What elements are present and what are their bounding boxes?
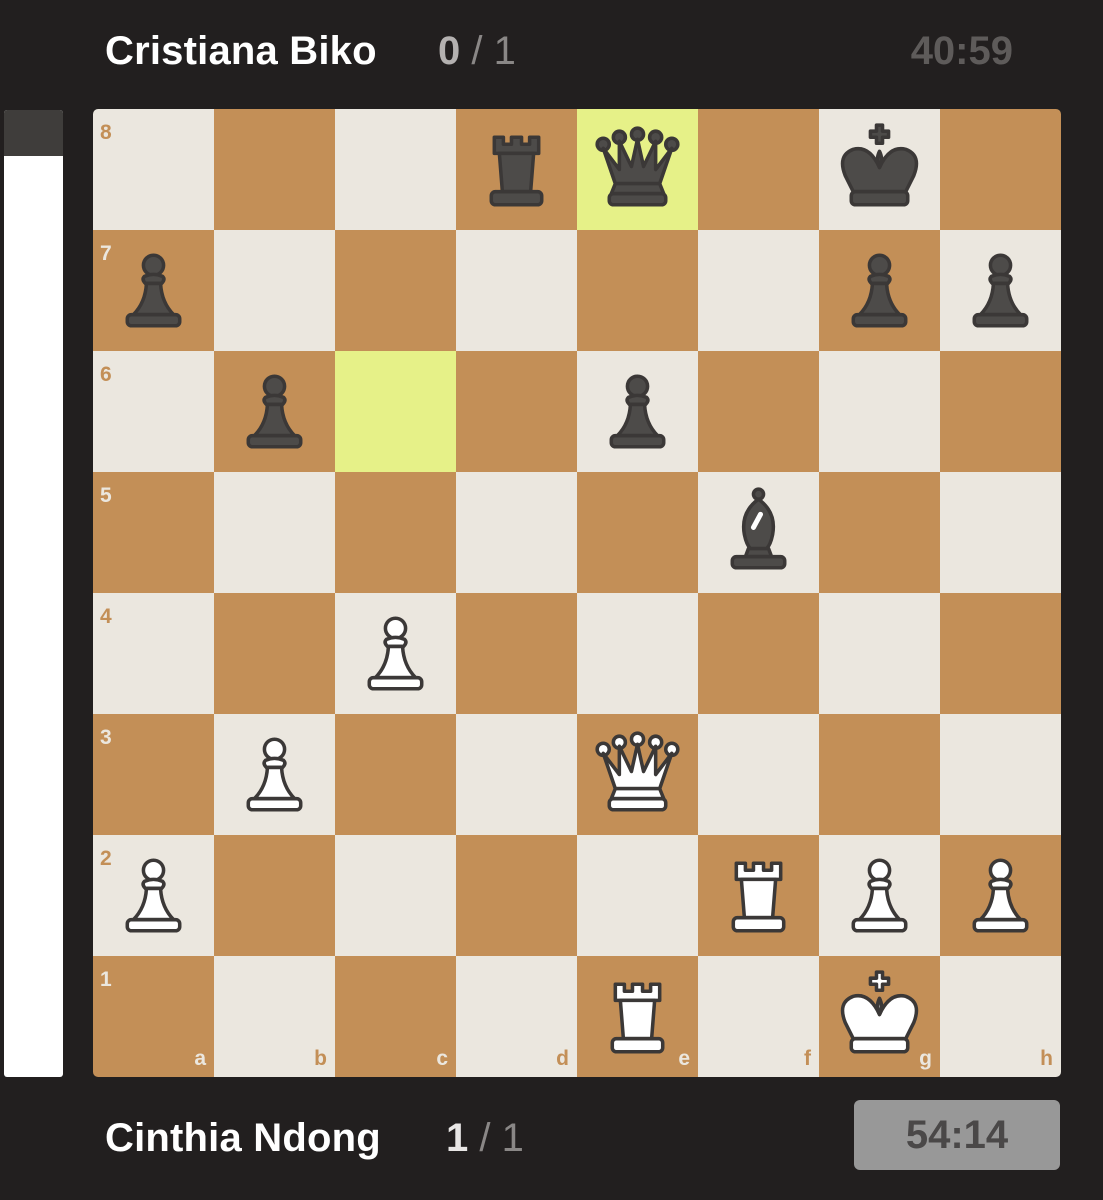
square-a8[interactable]: 8 [93,109,214,230]
square-d4[interactable] [456,593,577,714]
bottom-player-clock: 54:14 [854,1100,1060,1170]
file-label-d: d [556,1047,569,1070]
square-h5[interactable] [940,472,1061,593]
square-c3[interactable] [335,714,456,835]
top-player-clock: 40:59 [910,29,1013,73]
white-queen-icon[interactable] [577,714,698,835]
black-rook-icon[interactable] [456,109,577,230]
square-g4[interactable] [819,593,940,714]
square-d5[interactable] [456,472,577,593]
square-f3[interactable] [698,714,819,835]
bottom-player-score: 1 / 1 [446,1116,524,1161]
white-pawn-icon[interactable] [335,593,456,714]
square-c7[interactable] [335,230,456,351]
square-f6[interactable] [698,351,819,472]
black-bishop-icon[interactable] [698,472,819,593]
rank-label-5: 5 [100,484,112,507]
square-a3[interactable]: 3 [93,714,214,835]
file-label-h: h [1040,1047,1053,1070]
white-rook-icon[interactable] [577,956,698,1077]
white-pawn-icon[interactable] [214,714,335,835]
square-b4[interactable] [214,593,335,714]
chess-board[interactable]: 87654321abcdefgh [93,109,1061,1077]
rank-label-6: 6 [100,363,112,386]
square-b5[interactable] [214,472,335,593]
file-label-a: a [194,1047,206,1070]
evaluation-bar-black-portion [4,110,63,157]
square-h8[interactable] [940,109,1061,230]
square-e4[interactable] [577,593,698,714]
square-f8[interactable] [698,109,819,230]
square-a1[interactable]: 1a [93,956,214,1077]
bottom-player-name: Cinthia Ndong [105,1116,381,1160]
square-b7[interactable] [214,230,335,351]
top-player-score-total: / 1 [471,29,516,73]
square-g3[interactable] [819,714,940,835]
square-f1[interactable]: f [698,956,819,1077]
square-h3[interactable] [940,714,1061,835]
file-label-b: b [314,1047,327,1070]
square-h6[interactable] [940,351,1061,472]
rank-label-3: 3 [100,726,112,749]
white-pawn-icon[interactable] [819,835,940,956]
square-d2[interactable] [456,835,577,956]
square-c5[interactable] [335,472,456,593]
square-f7[interactable] [698,230,819,351]
black-pawn-icon[interactable] [940,230,1061,351]
square-c1[interactable]: c [335,956,456,1077]
square-h1[interactable]: h [940,956,1061,1077]
square-b1[interactable]: b [214,956,335,1077]
rank-label-8: 8 [100,121,112,144]
white-rook-icon[interactable] [698,835,819,956]
file-label-c: c [436,1047,448,1070]
top-player-score-value: 0 [438,29,461,73]
rank-label-4: 4 [100,605,112,628]
white-pawn-icon[interactable] [93,835,214,956]
bottom-player-score-total: / 1 [479,1116,524,1160]
bottom-player-score-value: 1 [446,1116,469,1160]
rank-label-1: 1 [100,968,112,991]
black-king-icon[interactable] [819,109,940,230]
square-e7[interactable] [577,230,698,351]
top-player-name: Cristiana Biko [105,29,377,73]
black-pawn-icon[interactable] [819,230,940,351]
square-a4[interactable]: 4 [93,593,214,714]
black-queen-icon[interactable] [577,109,698,230]
square-d7[interactable] [456,230,577,351]
black-pawn-icon[interactable] [577,351,698,472]
square-f4[interactable] [698,593,819,714]
top-player-bar: Cristiana Biko 0 / 1 40:59 [0,5,1103,95]
square-g6[interactable] [819,351,940,472]
black-pawn-icon[interactable] [214,351,335,472]
square-b2[interactable] [214,835,335,956]
square-a5[interactable]: 5 [93,472,214,593]
square-h4[interactable] [940,593,1061,714]
file-label-f: f [804,1047,811,1070]
square-e2[interactable] [577,835,698,956]
square-g5[interactable] [819,472,940,593]
top-player-score: 0 / 1 [438,29,516,74]
square-d6[interactable] [456,351,577,472]
black-pawn-icon[interactable] [93,230,214,351]
white-pawn-icon[interactable] [940,835,1061,956]
square-d1[interactable]: d [456,956,577,1077]
square-d3[interactable] [456,714,577,835]
square-c6[interactable] [335,351,456,472]
square-c2[interactable] [335,835,456,956]
white-king-icon[interactable] [819,956,940,1077]
square-a6[interactable]: 6 [93,351,214,472]
square-e5[interactable] [577,472,698,593]
square-b8[interactable] [214,109,335,230]
evaluation-bar [4,110,63,1077]
square-c8[interactable] [335,109,456,230]
bottom-player-bar: Cinthia Ndong 1 / 1 54:14 [0,1092,1103,1182]
